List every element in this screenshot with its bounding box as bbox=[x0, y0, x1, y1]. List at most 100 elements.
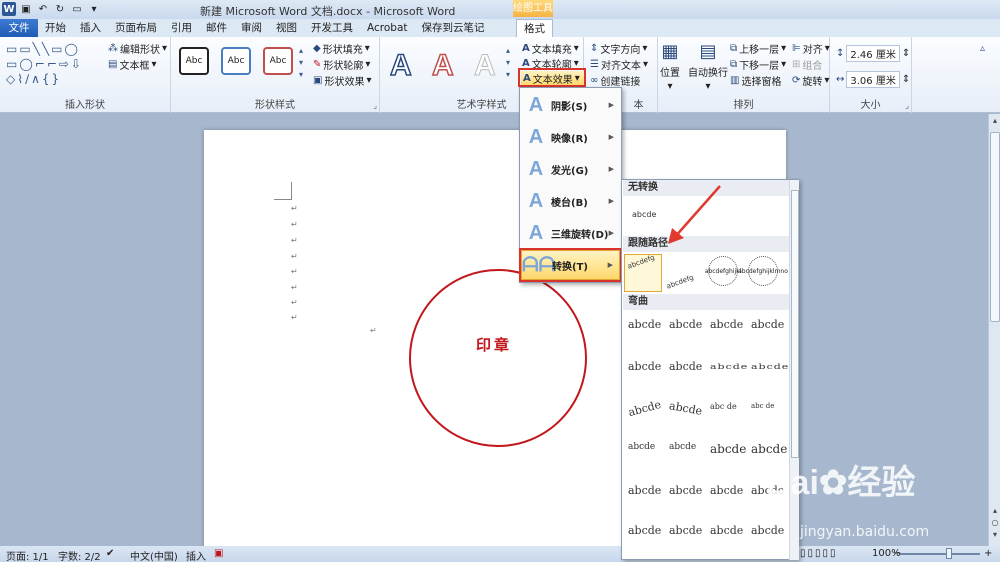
tab-6[interactable]: 审阅 bbox=[234, 19, 269, 37]
text-effects-menu-item-4[interactable]: A 三维旋转(D) ▶ bbox=[521, 218, 620, 248]
shape-width-field[interactable]: ↔ 3.06 厘米 ⇕ bbox=[836, 71, 910, 88]
warp-option[interactable]: abcde bbox=[628, 360, 661, 373]
shape-height-value[interactable]: 2.46 厘米 bbox=[846, 45, 900, 62]
language-indicator[interactable]: 中文(中国) bbox=[130, 548, 178, 562]
warp-option[interactable]: abcde bbox=[751, 442, 787, 456]
redo-icon[interactable]: ↻ bbox=[53, 2, 67, 16]
view-buttons[interactable]: ▯▯▯▯▯ bbox=[800, 548, 838, 559]
gallery-scroll-icon[interactable]: ▴ ▾ ▾ bbox=[299, 45, 303, 81]
text-effects-menu-item-3[interactable]: A 棱台(B) ▶ bbox=[521, 186, 620, 216]
warp-option[interactable]: abcde bbox=[710, 362, 748, 371]
wrap-text-button[interactable]: ▤ 自动换行 ▾ bbox=[688, 41, 728, 92]
follow-path-arch-down-option[interactable]: abcdefg bbox=[665, 273, 694, 290]
macro-record-icon[interactable]: ▣ bbox=[214, 548, 223, 559]
group-button[interactable]: ⊞ 组合 bbox=[792, 57, 822, 72]
warp-option[interactable]: abcde bbox=[710, 442, 746, 456]
tab-11[interactable]: 格式 bbox=[516, 19, 553, 38]
warp-option[interactable]: abcde bbox=[710, 484, 743, 497]
page-count[interactable]: 页面: 1/1 bbox=[6, 548, 49, 562]
create-link-button[interactable]: ∞ 创建链接 bbox=[590, 73, 640, 88]
tab-10[interactable]: 保存到云笔记 bbox=[415, 19, 492, 37]
print-icon[interactable]: ▭ bbox=[70, 2, 84, 16]
warp-option[interactable]: abc de bbox=[710, 402, 737, 411]
scroll-thumb[interactable] bbox=[990, 132, 1000, 322]
shapes-gallery-row2-icon[interactable]: ▭◯⌐⌐⇨⇩ bbox=[6, 58, 83, 70]
text-direction-button[interactable]: ⇕ 文字方向 ▾ bbox=[590, 41, 647, 56]
tab-3[interactable]: 页面布局 bbox=[108, 19, 164, 37]
warp-option[interactable]: abc de bbox=[751, 402, 774, 410]
warp-option[interactable]: abcde bbox=[628, 524, 661, 537]
shape-outline-button[interactable]: ✎ 形状轮廓 ▾ bbox=[313, 57, 370, 72]
follow-path-circle-option[interactable]: abcdefghijkl bbox=[705, 256, 741, 286]
tab-5[interactable]: 邮件 bbox=[199, 19, 234, 37]
follow-path-button-option[interactable]: abcdefghijklmno bbox=[738, 256, 788, 286]
tab-9[interactable]: Acrobat bbox=[360, 19, 415, 37]
tab-0[interactable]: 文件 bbox=[0, 19, 38, 37]
shape-style-black[interactable]: Abc bbox=[179, 47, 209, 75]
text-effects-menu-item-5[interactable]: ᗩᗩ 转换(T) ▶ bbox=[519, 248, 622, 282]
shape-style-blue[interactable]: Abc bbox=[221, 47, 251, 75]
text-effects-menu-item-2[interactable]: A 发光(G) ▶ bbox=[521, 154, 620, 184]
warp-option[interactable]: abcde bbox=[751, 362, 789, 371]
text-effects-button[interactable]: A 文本效果 ▾ bbox=[521, 71, 584, 86]
shape-effects-button[interactable]: ▣ 形状效果 ▾ bbox=[313, 73, 371, 88]
wordart-style-red[interactable]: A bbox=[431, 48, 454, 83]
text-fill-button[interactable]: A 文本填充 ▾ bbox=[522, 41, 579, 56]
edit-shape-button[interactable]: ⁂ 编辑形状 ▾ bbox=[108, 41, 167, 56]
zoom-slider[interactable] bbox=[900, 553, 980, 555]
vertical-scrollbar[interactable]: ▴ ▴ ○ ▾ bbox=[988, 114, 1000, 546]
warp-option[interactable]: abcde bbox=[628, 318, 661, 331]
gallery-scroll-thumb[interactable] bbox=[791, 190, 799, 458]
scroll-up-page-icon[interactable]: ▴ bbox=[989, 506, 1000, 518]
tab-7[interactable]: 视图 bbox=[269, 19, 304, 37]
tab-4[interactable]: 引用 bbox=[164, 19, 199, 37]
shape-style-red[interactable]: Abc bbox=[263, 47, 293, 75]
gallery-scroll-icon[interactable]: ▴ ▾ ▾ bbox=[506, 45, 510, 81]
undo-icon[interactable]: ↶ bbox=[36, 2, 50, 16]
tab-2[interactable]: 插入 bbox=[73, 19, 108, 37]
warp-option[interactable]: abcde bbox=[669, 524, 702, 537]
text-box-button[interactable]: ▤ 文本框 ▾ bbox=[108, 57, 156, 72]
customize-toolbar-icon[interactable]: ▾ bbox=[87, 2, 101, 16]
ribbon-collapse-icon[interactable]: ▵ bbox=[980, 43, 985, 55]
warp-option[interactable]: abcde bbox=[627, 398, 663, 419]
shapes-gallery-icon[interactable]: ▭▭╲╲▭◯ bbox=[6, 43, 80, 55]
zoom-slider-knob[interactable] bbox=[946, 548, 952, 559]
warp-option[interactable]: abcde bbox=[668, 399, 703, 418]
rotate-button[interactable]: ⟳ 旋转 ▾ bbox=[792, 73, 829, 88]
warp-option[interactable]: abcde bbox=[710, 318, 743, 331]
warp-option[interactable]: abcde bbox=[669, 442, 696, 452]
insert-mode-indicator[interactable]: 插入 bbox=[186, 548, 206, 562]
warp-option[interactable]: abcde bbox=[751, 318, 784, 331]
dialog-launcher-icon[interactable]: ⌟ bbox=[905, 101, 909, 110]
warp-option[interactable]: abcde bbox=[669, 360, 702, 373]
spinner-icon[interactable]: ⇕ bbox=[902, 48, 910, 59]
shape-height-field[interactable]: ↕ 2.46 厘米 ⇕ bbox=[836, 45, 910, 62]
shape-width-value[interactable]: 3.06 厘米 bbox=[846, 71, 900, 88]
scroll-up-icon[interactable]: ▴ bbox=[989, 116, 1000, 128]
tab-1[interactable]: 开始 bbox=[38, 19, 73, 37]
warp-option[interactable]: abcde bbox=[751, 524, 784, 537]
word-count[interactable]: 字数: 2/2 bbox=[58, 548, 101, 562]
save-icon[interactable]: ▣ bbox=[19, 2, 33, 16]
warp-option[interactable]: abcde bbox=[628, 442, 655, 452]
tab-8[interactable]: 开发工具 bbox=[304, 19, 360, 37]
browse-object-icon[interactable]: ○ bbox=[989, 518, 1000, 530]
bring-forward-button[interactable]: ⧉ 上移一层 ▾ bbox=[730, 41, 786, 56]
text-effects-menu-item-1[interactable]: A 映像(R) ▶ bbox=[521, 122, 620, 152]
position-button[interactable]: ▦ 位置 ▾ bbox=[660, 41, 680, 92]
wordart-style-gray[interactable]: A bbox=[474, 49, 497, 83]
warp-option[interactable]: abcde bbox=[669, 318, 702, 331]
send-backward-button[interactable]: ⧉ 下移一层 ▾ bbox=[730, 57, 786, 72]
proofing-icon[interactable]: ✔ bbox=[106, 548, 114, 559]
seal-circle-shape[interactable] bbox=[409, 269, 587, 447]
spinner-icon[interactable]: ⇕ bbox=[902, 74, 910, 85]
dialog-launcher-icon[interactable]: ⌟ bbox=[373, 101, 377, 110]
shape-fill-button[interactable]: ◆ 形状填充 ▾ bbox=[313, 41, 370, 56]
no-transform-option[interactable]: abcde bbox=[632, 210, 656, 219]
text-effects-menu-item-0[interactable]: A 阴影(S) ▶ bbox=[521, 90, 620, 120]
seal-text[interactable]: 印章 bbox=[476, 334, 512, 355]
align-button[interactable]: ⊫ 对齐 ▾ bbox=[792, 41, 830, 56]
warp-option[interactable]: abcde bbox=[669, 484, 702, 497]
selection-pane-button[interactable]: ▥ 选择窗格 bbox=[730, 73, 781, 88]
